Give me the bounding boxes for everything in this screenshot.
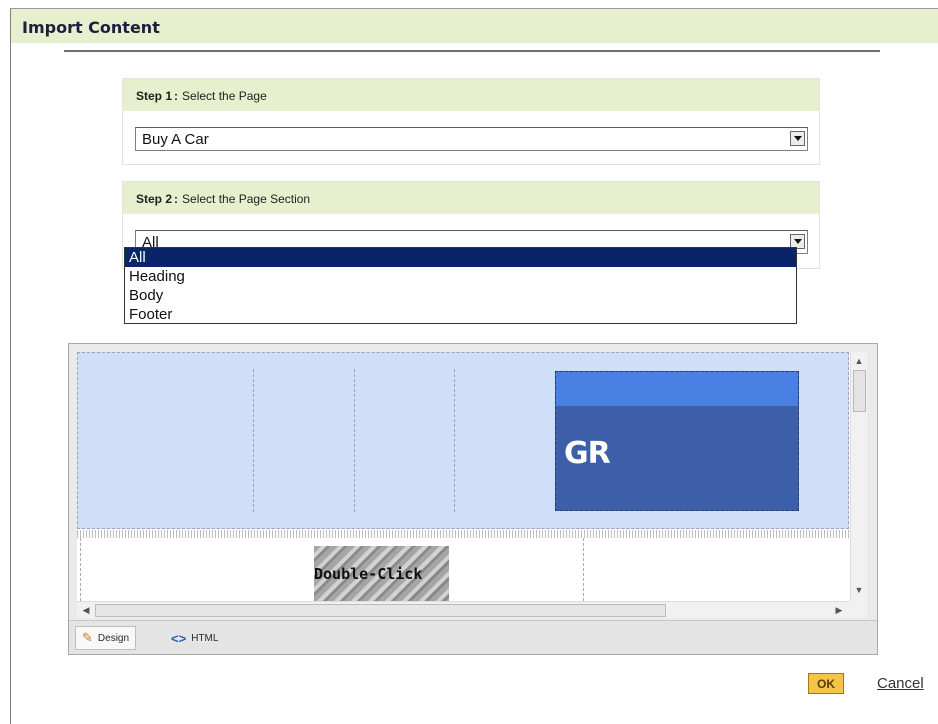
section-options-list[interactable]: All Heading Body Footer: [124, 247, 797, 324]
cancel-link[interactable]: Cancel: [877, 675, 924, 692]
tab-design[interactable]: ✎ Design: [75, 626, 137, 650]
step2-label: Step 2: [136, 192, 173, 206]
cell-divider: [354, 369, 355, 512]
scroll-up-icon[interactable]: ▲: [852, 354, 866, 368]
pencil-icon: ✎: [82, 630, 93, 645]
option-all[interactable]: All: [125, 248, 796, 267]
vertical-scroll-thumb[interactable]: [853, 370, 866, 412]
tab-html-label: HTML: [191, 632, 219, 644]
logo: GR: [564, 436, 611, 471]
vertical-scrollbar[interactable]: ▲ ▼: [850, 352, 867, 601]
region-separator: [77, 530, 849, 538]
content-editor: GR Double-Click ▲ ▼ ◀ ▶ ✎ Design <> HTML: [68, 343, 878, 655]
title-divider: [64, 50, 880, 52]
step1-separator: :: [174, 89, 179, 103]
cell-divider: [80, 538, 81, 601]
editor-canvas[interactable]: GR Double-Click: [77, 352, 865, 601]
cell-divider: [253, 369, 254, 512]
ok-button[interactable]: OK: [808, 673, 844, 694]
step1-label: Step 1: [136, 89, 173, 103]
body-region[interactable]: Double-Click: [77, 538, 849, 601]
header-region[interactable]: GR: [77, 352, 849, 529]
editor-mode-tabs: ✎ Design <> HTML: [69, 620, 877, 654]
option-footer[interactable]: Footer: [125, 305, 796, 324]
step2-text: Select the Page Section: [182, 192, 311, 206]
option-body[interactable]: Body: [125, 286, 796, 305]
step1-text: Select the Page: [182, 89, 267, 103]
scroll-down-icon[interactable]: ▼: [852, 583, 866, 597]
page-select-value: Buy A Car: [142, 131, 209, 148]
cell-divider: [454, 369, 455, 512]
placeholder-image-label: Double-Click: [314, 565, 423, 583]
page-select[interactable]: Buy A Car: [135, 127, 808, 151]
cell-divider: [583, 538, 584, 601]
chevron-down-icon[interactable]: [790, 131, 805, 146]
tab-design-label: Design: [97, 632, 130, 644]
step1-panel: Step 1: Select the Page Buy A Car: [122, 78, 820, 165]
scroll-right-icon[interactable]: ▶: [832, 603, 846, 617]
dialog-title: Import Content: [11, 9, 938, 43]
step2-separator: :: [174, 192, 179, 206]
step2-header: Step 2: Select the Page Section: [123, 182, 819, 214]
import-content-dialog: Import Content Step 1: Select the Page Bu…: [10, 8, 938, 724]
code-brackets-icon: <>: [171, 630, 187, 646]
horizontal-scrollbar[interactable]: ◀ ▶: [77, 601, 850, 618]
logo-banner[interactable]: GR: [555, 371, 799, 511]
banner-band: [556, 372, 798, 406]
tab-html[interactable]: <> HTML: [165, 626, 224, 650]
scroll-left-icon[interactable]: ◀: [79, 603, 93, 617]
scrollbar-corner: [850, 601, 867, 618]
horizontal-scroll-thumb[interactable]: [95, 604, 666, 617]
option-heading[interactable]: Heading: [125, 267, 796, 286]
step1-header: Step 1: Select the Page: [123, 79, 819, 111]
